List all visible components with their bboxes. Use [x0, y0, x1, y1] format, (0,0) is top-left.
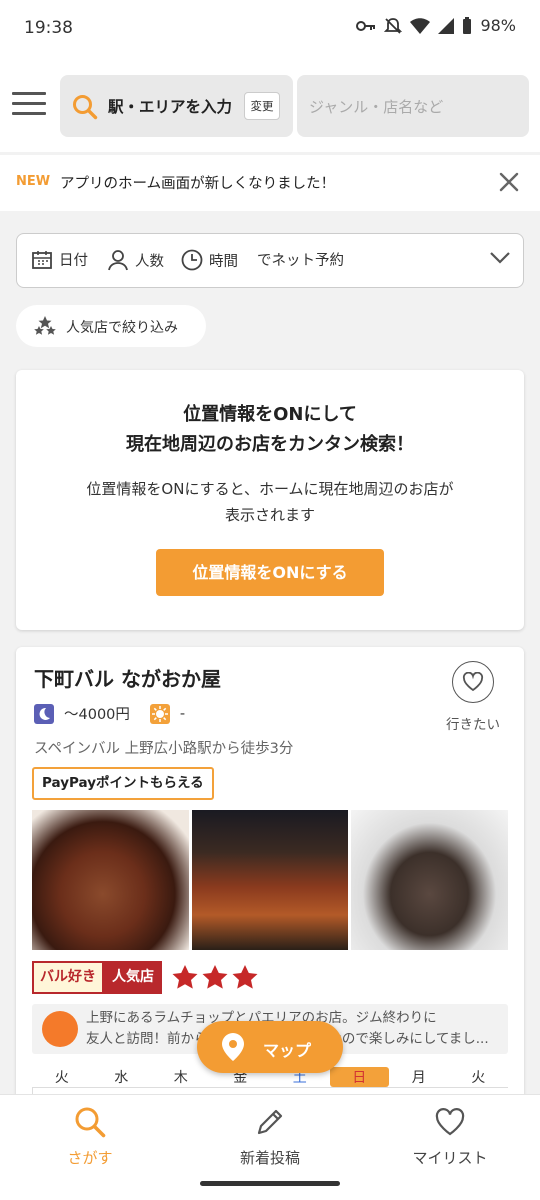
net-reservation-label: でネット予約 [257, 253, 344, 269]
area-input-label: 駅・エリアを入力 [108, 98, 233, 116]
location-desc-line1: 位置情報をONにすると、ホームに現在地周辺のお店が [86, 480, 454, 498]
star-icon [202, 965, 228, 989]
notice-message[interactable]: アプリのホーム画面が新しくなりました！ [60, 172, 335, 193]
date-label: 日付 [59, 253, 88, 269]
time-label: 時間 [209, 253, 238, 270]
genre-search-input[interactable]: ジャンル・店名など [297, 75, 529, 137]
time-selector[interactable]: 時間 [181, 249, 238, 271]
location-prompt-card: 位置情報をONにして 現在地周辺のお店をカンタン検索！ 位置情報をONにすると、… [16, 370, 524, 630]
location-title-line2: 現在地周辺のお店をカンタン検索！ [126, 434, 414, 455]
status-icons: 98% [356, 16, 516, 35]
map-button-label: マップ [263, 1041, 312, 1060]
nav-new-posts-label: 新着投稿 [239, 1149, 300, 1167]
day-label: 火 [54, 1070, 69, 1086]
star-icon [172, 965, 198, 989]
people-selector[interactable]: 人数 [107, 249, 164, 271]
popular-filter-label: 人気店で絞り込み [66, 320, 178, 336]
nav-search-label: さがす [67, 1149, 113, 1167]
shop-photo-storefront[interactable] [191, 810, 349, 950]
shop-photo-lamb-chops[interactable] [32, 810, 189, 950]
dinner-budget: ～4000円 [64, 707, 130, 723]
heart-icon [462, 672, 484, 692]
new-label: NEW [16, 174, 51, 189]
shop-name[interactable]: 下町バル ながおか屋 [34, 663, 221, 692]
paypay-badge: PayPayポイントもらえる [32, 767, 214, 800]
avatar [42, 1011, 78, 1047]
sun-icon [149, 703, 170, 724]
enable-location-button[interactable]: 位置情報をONにする [156, 549, 384, 596]
search-icon [73, 95, 98, 120]
location-title-line1: 位置情報をONにして [183, 404, 357, 425]
nav-search[interactable]: さがす [0, 1105, 180, 1168]
people-label: 人数 [135, 253, 164, 270]
pencil-icon [257, 1109, 283, 1135]
star-rating [172, 965, 258, 990]
popular-badge: 人気店 [104, 961, 162, 994]
stars-icon [34, 316, 56, 335]
moon-icon [34, 703, 54, 724]
change-area-button[interactable]: 変更 [244, 92, 280, 120]
budget-row: ～4000円 - [34, 703, 185, 724]
genre-placeholder: ジャンル・店名など [309, 98, 444, 116]
day-label: 月 [411, 1070, 426, 1086]
nav-mylist-label: マイリスト [412, 1149, 488, 1167]
search-icon [75, 1107, 106, 1138]
map-button[interactable]: マップ [197, 1021, 343, 1073]
location-desc-line2: 表示されます [224, 506, 315, 524]
status-time: 19:38 [24, 18, 73, 38]
map-pin-icon [222, 1033, 244, 1061]
calendar-icon [32, 250, 52, 269]
day-label: 日 [329, 1067, 389, 1087]
bar-lover-badge: バル好き [32, 961, 104, 994]
date-selector[interactable]: 日付 [31, 249, 88, 270]
net-reservation-label-wrap: でネット予約 [257, 249, 344, 270]
close-icon[interactable] [498, 171, 520, 193]
status-bar: 19:38 98% [0, 0, 540, 60]
day-label: 木 [173, 1070, 188, 1086]
chevron-down-icon[interactable] [489, 251, 511, 265]
wishlist-button[interactable]: 行きたい [438, 661, 508, 733]
key-icon [356, 20, 376, 31]
day-label: 水 [114, 1070, 129, 1086]
wishlist-label: 行きたい [446, 717, 500, 733]
wifi-icon [410, 17, 431, 34]
nav-mylist[interactable]: マイリスト [360, 1105, 540, 1168]
popular-filter-chip[interactable]: 人気店で絞り込み [16, 305, 206, 347]
lunch-budget: - [179, 705, 186, 722]
award-badges: バル好き 人気店 [32, 961, 258, 994]
battery-icon [463, 16, 472, 34]
search-header: 駅・エリアを入力 変更 ジャンル・店名など [0, 60, 540, 152]
signal-icon [438, 17, 455, 34]
shop-photos[interactable] [32, 810, 509, 950]
nav-new-posts[interactable]: 新着投稿 [180, 1105, 360, 1168]
heart-icon [435, 1108, 465, 1136]
genre-access: スペインバル 上野広小路駅から徒歩3分 [34, 741, 294, 757]
person-icon [108, 250, 128, 271]
mute-bell-icon [384, 17, 403, 34]
area-search-input[interactable]: 駅・エリアを入力 変更 [60, 75, 293, 137]
wishlist-circle[interactable] [452, 661, 494, 703]
menu-icon[interactable] [12, 92, 46, 118]
home-indicator [200, 1181, 340, 1186]
clock-icon [181, 249, 203, 271]
battery-percent: 98% [480, 16, 516, 35]
net-reservation-bar[interactable]: 日付 人数 時間 でネット予約 [16, 233, 524, 288]
shop-photo-lamb-plate[interactable] [351, 810, 509, 950]
star-icon [232, 965, 258, 989]
update-notice: NEW アプリのホーム画面が新しくなりました！ [0, 155, 540, 211]
day-label: 火 [471, 1070, 486, 1086]
